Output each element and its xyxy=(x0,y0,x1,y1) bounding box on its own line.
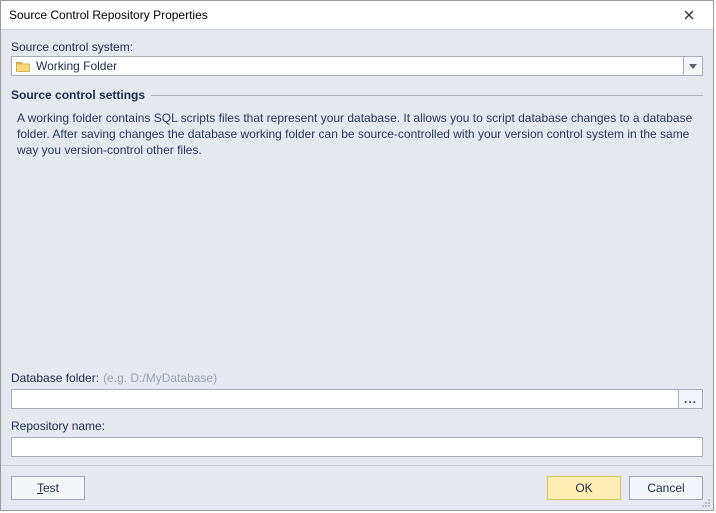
button-bar: Test OK Cancel xyxy=(1,465,713,510)
source-control-system-combo[interactable]: Working Folder xyxy=(11,56,703,76)
source-control-system-value: Working Folder xyxy=(36,59,117,73)
settings-section-header: Source control settings xyxy=(11,88,703,102)
ok-button[interactable]: OK xyxy=(547,476,621,500)
database-folder-hint: (e.g. D:/MyDatabase) xyxy=(103,371,217,385)
ellipsis-icon: ... xyxy=(684,392,697,406)
close-button[interactable] xyxy=(671,5,707,25)
database-folder-input[interactable] xyxy=(11,389,679,409)
source-control-system-drop-button[interactable] xyxy=(684,56,703,76)
repository-name-field: Repository name: xyxy=(11,419,703,457)
close-icon xyxy=(684,10,694,20)
repository-name-label: Repository name: xyxy=(11,419,105,433)
database-folder-browse-button[interactable]: ... xyxy=(679,389,703,409)
dialog-body: Source control system: Working Folder So… xyxy=(1,30,713,465)
cancel-button[interactable]: Cancel xyxy=(629,476,703,500)
settings-description: A working folder contains SQL scripts fi… xyxy=(11,110,703,159)
database-folder-field: Database folder: (e.g. D:/MyDatabase) ..… xyxy=(11,371,703,409)
database-folder-label: Database folder: xyxy=(11,371,99,385)
folder-icon xyxy=(16,60,30,72)
source-control-system-label: Source control system: xyxy=(11,40,703,54)
window-title: Source Control Repository Properties xyxy=(9,8,208,22)
chevron-down-icon xyxy=(689,64,697,69)
section-divider xyxy=(151,95,703,96)
titlebar: Source Control Repository Properties xyxy=(1,1,713,30)
repository-name-input[interactable] xyxy=(11,437,703,457)
settings-section-title: Source control settings xyxy=(11,88,145,102)
test-button[interactable]: Test xyxy=(11,476,85,500)
